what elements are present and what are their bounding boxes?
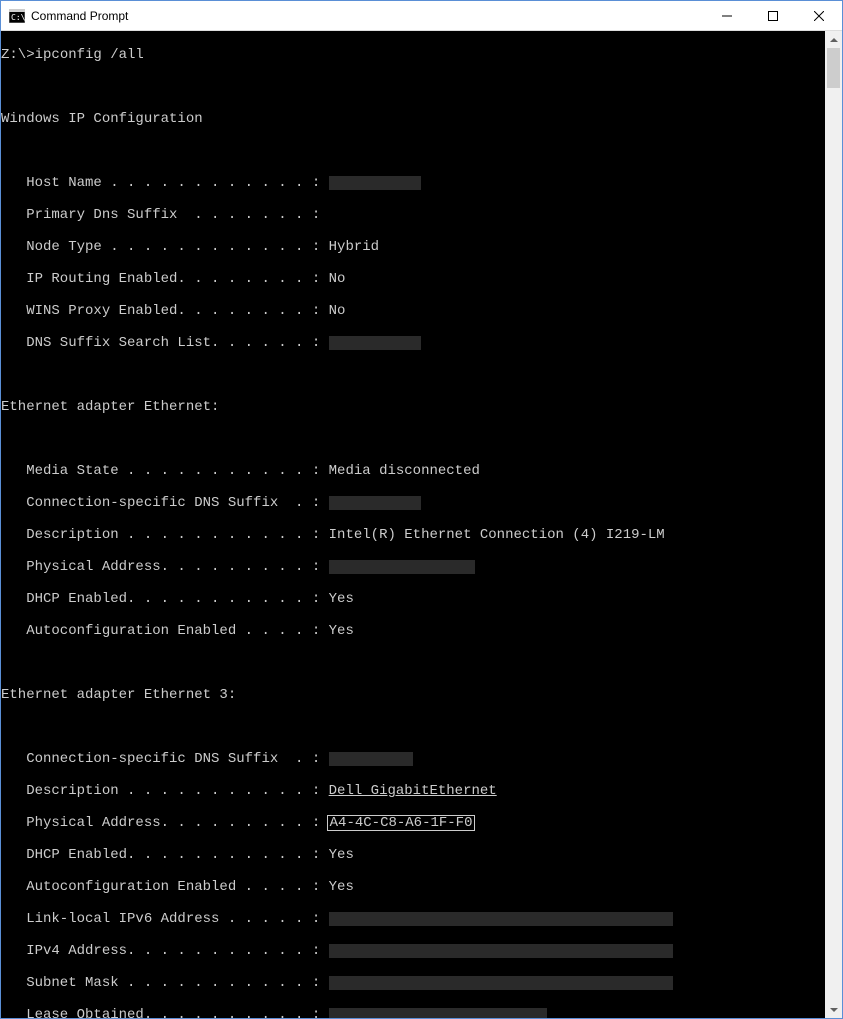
- field-label: Physical Address. . . . . . . . . :: [1, 559, 329, 575]
- vertical-scrollbar[interactable]: [825, 31, 842, 1018]
- redacted-value: [329, 176, 421, 190]
- field-label: Autoconfiguration Enabled . . . . :: [1, 623, 329, 639]
- field-label: DHCP Enabled. . . . . . . . . . . :: [1, 591, 329, 607]
- redacted-value: [329, 336, 421, 350]
- field-label: Connection-specific DNS Suffix . :: [1, 751, 329, 767]
- window-title: Command Prompt: [31, 9, 704, 23]
- field-value: No: [329, 271, 346, 287]
- redacted-value: [329, 560, 475, 574]
- scroll-thumb[interactable]: [827, 48, 840, 88]
- field-label: WINS Proxy Enabled. . . . . . . . :: [1, 303, 329, 319]
- redacted-value: [329, 976, 673, 990]
- scroll-up-arrow-icon[interactable]: [825, 31, 842, 48]
- command-text: ipconfig /all: [35, 47, 144, 63]
- field-value: Dell GigabitEthernet: [329, 783, 497, 799]
- field-value: Yes: [329, 847, 354, 863]
- terminal-output[interactable]: Z:\>ipconfig /all Windows IP Configurati…: [1, 31, 825, 1018]
- close-button[interactable]: [796, 1, 842, 30]
- cmd-icon: C:\: [9, 9, 25, 23]
- field-label: DNS Suffix Search List. . . . . . :: [1, 335, 329, 351]
- field-label: Physical Address. . . . . . . . . :: [1, 815, 329, 831]
- command-prompt-window: C:\ Command Prompt Z:\>ipconfig /all Win…: [0, 0, 843, 1019]
- maximize-button[interactable]: [750, 1, 796, 30]
- field-label: IPv4 Address. . . . . . . . . . . :: [1, 943, 329, 959]
- field-value: Media disconnected: [329, 463, 480, 479]
- field-label: Description . . . . . . . . . . . :: [1, 527, 329, 543]
- physical-address-highlighted: A4-4C-C8-A6-1F-F0: [327, 815, 476, 831]
- redacted-value: [329, 496, 421, 510]
- titlebar[interactable]: C:\ Command Prompt: [1, 1, 842, 31]
- section-header: Ethernet adapter Ethernet 3:: [1, 687, 825, 703]
- section-header: Ethernet adapter Ethernet:: [1, 399, 825, 415]
- field-value: Intel(R) Ethernet Connection (4) I219-LM: [329, 527, 665, 543]
- field-label: Connection-specific DNS Suffix . :: [1, 495, 329, 511]
- field-label: Media State . . . . . . . . . . . :: [1, 463, 329, 479]
- field-label: Host Name . . . . . . . . . . . . :: [1, 175, 329, 191]
- field-label: DHCP Enabled. . . . . . . . . . . :: [1, 847, 329, 863]
- minimize-button[interactable]: [704, 1, 750, 30]
- scroll-down-arrow-icon[interactable]: [825, 1001, 842, 1018]
- field-label: Primary Dns Suffix . . . . . . . :: [1, 207, 329, 223]
- field-value: No: [329, 303, 346, 319]
- field-label: Lease Obtained. . . . . . . . . . :: [1, 1007, 329, 1018]
- field-label: Node Type . . . . . . . . . . . . :: [1, 239, 329, 255]
- field-label: Link-local IPv6 Address . . . . . :: [1, 911, 329, 927]
- redacted-value: [329, 752, 413, 766]
- content-area: Z:\>ipconfig /all Windows IP Configurati…: [1, 31, 842, 1018]
- field-value: Hybrid: [329, 239, 379, 255]
- redacted-value: [329, 912, 673, 926]
- section-header: Windows IP Configuration: [1, 111, 825, 127]
- window-controls: [704, 1, 842, 30]
- svg-text:C:\: C:\: [11, 13, 25, 22]
- field-value: Yes: [329, 879, 354, 895]
- field-label: Description . . . . . . . . . . . :: [1, 783, 329, 799]
- field-label: Autoconfiguration Enabled . . . . :: [1, 879, 329, 895]
- field-label: Subnet Mask . . . . . . . . . . . :: [1, 975, 329, 991]
- redacted-value: [329, 1008, 547, 1018]
- field-label: IP Routing Enabled. . . . . . . . :: [1, 271, 329, 287]
- field-value: Yes: [329, 623, 354, 639]
- field-value: Yes: [329, 591, 354, 607]
- redacted-value: [329, 944, 673, 958]
- prompt: Z:\>: [1, 47, 35, 63]
